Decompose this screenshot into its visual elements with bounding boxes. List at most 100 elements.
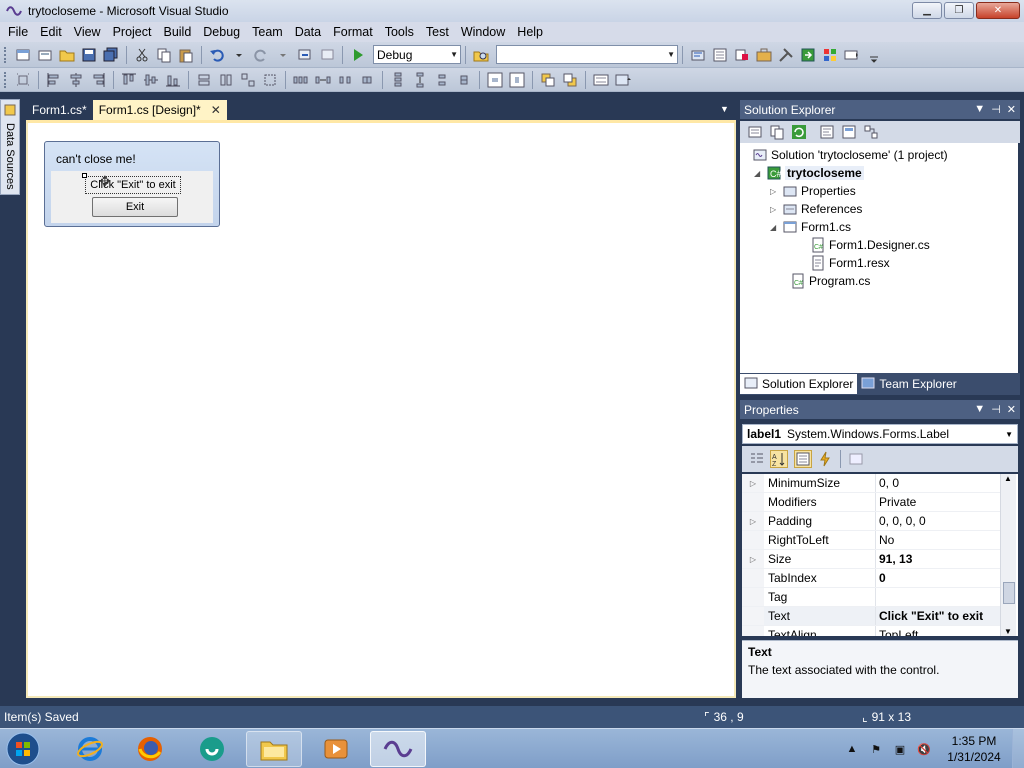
object-selector[interactable]: label1 System.Windows.Forms.Label ▼: [742, 424, 1018, 444]
events-lightning-icon[interactable]: [816, 450, 834, 468]
close-panel-icon[interactable]: ✕: [1007, 103, 1016, 116]
center-horizontally-icon[interactable]: [486, 71, 504, 89]
view-designer-icon[interactable]: [840, 123, 858, 141]
properties-window-icon[interactable]: [711, 46, 729, 64]
menu-data[interactable]: Data: [289, 22, 327, 42]
start-button[interactable]: [4, 731, 42, 767]
menu-format[interactable]: Format: [327, 22, 379, 42]
copy-icon[interactable]: [155, 46, 173, 64]
toolbar-options-icon[interactable]: [865, 46, 883, 64]
property-value[interactable]: Click "Exit" to exit: [876, 607, 1000, 625]
property-row[interactable]: TabIndex 0: [742, 569, 1000, 588]
increase-horizontal-spacing-icon[interactable]: [314, 71, 332, 89]
view-code-icon[interactable]: [818, 123, 836, 141]
designed-form[interactable]: can't close me! Click "Exit" to exit ✥ E…: [44, 141, 220, 227]
menu-file[interactable]: File: [2, 22, 34, 42]
restore-button[interactable]: ❐: [944, 2, 974, 19]
close-panel-icon[interactable]: ✕: [1007, 403, 1016, 416]
scroll-thumb[interactable]: [1003, 582, 1015, 604]
save-icon[interactable]: [80, 46, 98, 64]
align-to-grid-icon[interactable]: [14, 71, 32, 89]
property-grid-scrollbar[interactable]: ▲ ▼: [1000, 474, 1016, 636]
toolbar-grip[interactable]: [4, 71, 8, 88]
resize-handle[interactable]: [82, 173, 87, 178]
properties-view-icon[interactable]: [794, 450, 812, 468]
property-row[interactable]: ▷ Padding 0, 0, 0, 0: [742, 512, 1000, 531]
data-sources-side-tab[interactable]: Data Sources: [0, 99, 20, 195]
taskbar-media-app[interactable]: [184, 731, 240, 767]
add-item-icon[interactable]: [36, 46, 54, 64]
taskbar-firefox[interactable]: [122, 731, 178, 767]
volume-muted-icon[interactable]: 🔇: [916, 741, 932, 757]
scroll-up-icon[interactable]: ▲: [1004, 474, 1012, 483]
property-pages-icon[interactable]: [847, 450, 865, 468]
menu-edit[interactable]: Edit: [34, 22, 68, 42]
collapse-triangle-icon[interactable]: ◢: [770, 223, 782, 232]
tab-solution-explorer[interactable]: Solution Explorer: [740, 374, 858, 394]
extension-manager-icon[interactable]: [821, 46, 839, 64]
redo-icon[interactable]: [252, 46, 270, 64]
menu-view[interactable]: View: [68, 22, 107, 42]
tab-order-icon[interactable]: [592, 71, 610, 89]
property-value[interactable]: 0, 0: [876, 474, 1000, 492]
menu-team[interactable]: Team: [246, 22, 289, 42]
property-value[interactable]: 0: [876, 569, 1000, 587]
solution-platform-select[interactable]: ▼: [496, 45, 678, 64]
network-icon[interactable]: ▣: [892, 741, 908, 757]
menu-help[interactable]: Help: [511, 22, 549, 42]
start-page-icon[interactable]: [799, 46, 817, 64]
undo-icon[interactable]: [208, 46, 226, 64]
show-desktop-button[interactable]: [1012, 729, 1024, 768]
property-row[interactable]: TextAlign TopLeft: [742, 626, 1000, 636]
bring-to-front-icon[interactable]: [539, 71, 557, 89]
expand-triangle-icon[interactable]: ▷: [770, 187, 782, 196]
tree-item-properties[interactable]: ▷ Properties: [770, 182, 856, 200]
property-row[interactable]: Tag: [742, 588, 1000, 607]
menu-window[interactable]: Window: [455, 22, 511, 42]
show-all-files-icon[interactable]: [768, 123, 786, 141]
cut-icon[interactable]: [133, 46, 151, 64]
align-lefts-icon[interactable]: [45, 71, 63, 89]
expand-triangle-icon[interactable]: ▷: [742, 512, 764, 530]
property-value[interactable]: Private: [876, 493, 1000, 511]
close-button[interactable]: ✕: [976, 2, 1020, 19]
auto-hide-pin-icon[interactable]: ⊣: [991, 103, 1001, 116]
redo-dropdown-icon[interactable]: [274, 46, 292, 64]
menu-project[interactable]: Project: [107, 22, 158, 42]
vertical-spacing-equal-icon[interactable]: [389, 71, 407, 89]
center-vertically-icon[interactable]: [508, 71, 526, 89]
lock-controls-icon[interactable]: [614, 71, 632, 89]
toolbar-grip[interactable]: [4, 46, 8, 63]
window-position-dropdown-icon[interactable]: ▼: [974, 103, 985, 116]
taskbar-internet-explorer[interactable]: [62, 731, 118, 767]
expand-triangle-icon[interactable]: ▷: [770, 205, 782, 214]
show-hidden-icons-icon[interactable]: ▲: [844, 741, 860, 757]
find-in-files-icon[interactable]: [472, 46, 490, 64]
tree-item-solution[interactable]: Solution 'trytocloseme' (1 project): [752, 146, 948, 164]
refresh-icon[interactable]: [790, 123, 808, 141]
start-debugging-icon[interactable]: [349, 46, 367, 64]
property-row[interactable]: RightToLeft No: [742, 531, 1000, 550]
remove-horizontal-spacing-icon[interactable]: [358, 71, 376, 89]
tools-icon[interactable]: [777, 46, 795, 64]
property-value[interactable]: TopLeft: [876, 626, 1000, 636]
taskbar-visual-studio[interactable]: [370, 731, 426, 767]
alphabetical-icon[interactable]: AZ: [770, 450, 788, 468]
clock[interactable]: 1:35 PM 1/31/2024: [942, 733, 1006, 765]
active-files-dropdown-icon[interactable]: ▼: [720, 104, 729, 114]
align-bottoms-icon[interactable]: [164, 71, 182, 89]
property-value[interactable]: 0, 0, 0, 0: [876, 512, 1000, 530]
navigate-backward-icon[interactable]: [296, 46, 314, 64]
make-same-height-icon[interactable]: [217, 71, 235, 89]
align-centers-icon[interactable]: [67, 71, 85, 89]
make-same-width-icon[interactable]: [195, 71, 213, 89]
align-middles-icon[interactable]: [142, 71, 160, 89]
menu-debug[interactable]: Debug: [197, 22, 246, 42]
save-all-icon[interactable]: [102, 46, 120, 64]
taskbar-file-explorer[interactable]: [246, 731, 302, 767]
remove-vertical-spacing-icon[interactable]: [455, 71, 473, 89]
solution-configuration-select[interactable]: Debug ▼: [373, 45, 461, 64]
open-folder-icon[interactable]: [58, 46, 76, 64]
tab-form1-cs[interactable]: Form1.cs*: [26, 100, 93, 120]
categorized-icon[interactable]: [748, 450, 766, 468]
